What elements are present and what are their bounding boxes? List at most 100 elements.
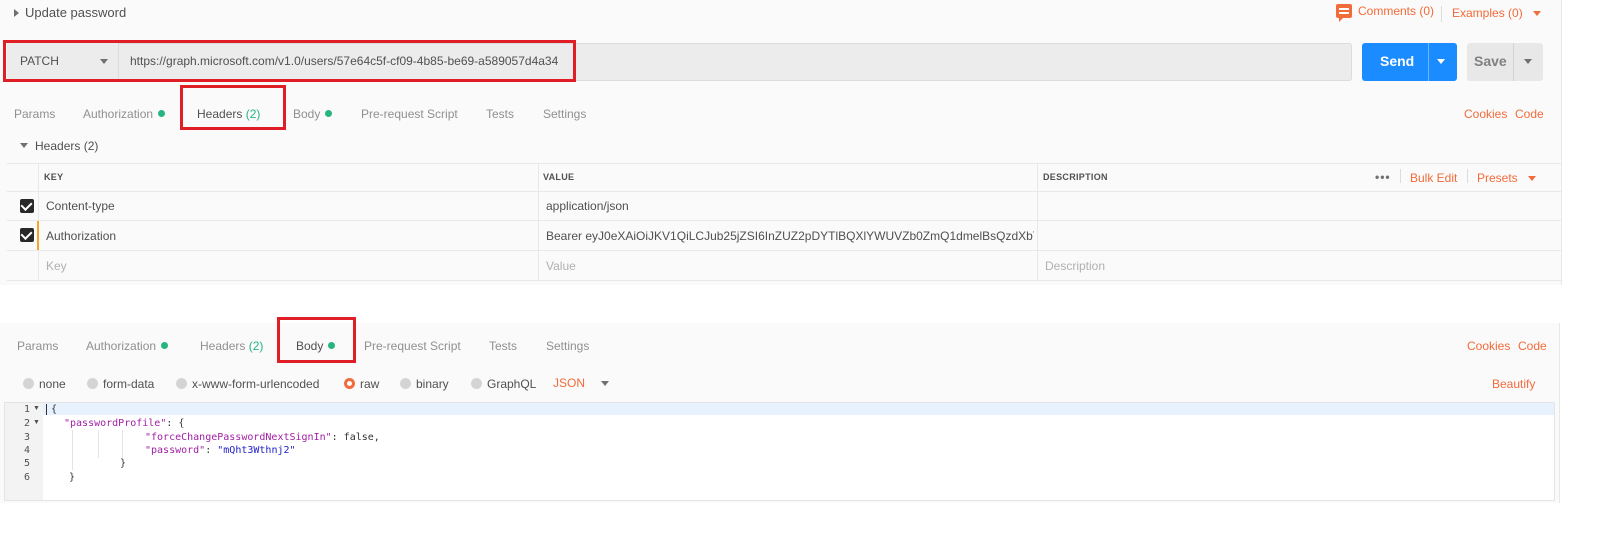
code-line-3: "forceChangePasswordNextSignIn": false, (145, 432, 380, 443)
row-checkbox[interactable] (20, 199, 34, 213)
active-line-highlight (5, 403, 1554, 415)
column-header-description: DESCRIPTION (1043, 172, 1108, 182)
divider (1467, 169, 1468, 183)
header-key-cell[interactable]: Content-type (46, 199, 115, 213)
option-form-data-label[interactable]: form-data (103, 377, 154, 391)
new-key-input[interactable]: Key (46, 259, 67, 273)
more-options-icon[interactable]: ••• (1375, 170, 1391, 184)
header-value-cell[interactable]: application/json (546, 199, 629, 213)
headers-count: (2) (248, 339, 264, 353)
save-options-chevron-icon[interactable] (1524, 59, 1532, 64)
tab-prerequest-script[interactable]: Pre-request Script (361, 107, 458, 121)
row-checkbox[interactable] (20, 228, 34, 242)
presets-label: Presets (1477, 171, 1518, 185)
row-divider (7, 250, 1562, 251)
divider (1441, 6, 1442, 22)
column-header-key: KEY (44, 172, 64, 182)
examples-label: Examples (0) (1452, 6, 1523, 20)
column-header-value: VALUE (543, 172, 575, 182)
radio-raw[interactable] (344, 378, 355, 389)
tab-label: Headers (200, 339, 246, 353)
option-raw-label[interactable]: raw (360, 377, 379, 391)
bulk-edit-link[interactable]: Bulk Edit (1410, 171, 1457, 185)
status-dot-icon (158, 110, 166, 117)
row-focus-indicator (37, 221, 39, 250)
send-options-chevron-icon[interactable] (1437, 59, 1445, 64)
radio-urlencoded[interactable] (176, 378, 187, 389)
highlight-box-url (3, 40, 576, 82)
line-number: 6 (23, 472, 30, 483)
row-divider (7, 191, 1562, 192)
option-none-label[interactable]: none (39, 377, 66, 391)
tab-label: Body (293, 107, 321, 121)
tab-tests[interactable]: Tests (489, 339, 517, 353)
send-split-divider (1428, 43, 1429, 81)
status-dot-icon (161, 342, 169, 349)
tab-tests[interactable]: Tests (486, 107, 514, 121)
format-label: JSON (553, 376, 586, 390)
tab-label: Authorization (86, 339, 157, 353)
json-key: "passwordProfile" (64, 418, 167, 429)
row-divider (7, 220, 1562, 221)
radio-form-data[interactable] (87, 378, 98, 389)
format-dropdown[interactable]: JSON (553, 376, 610, 390)
column-divider (1037, 163, 1038, 280)
header-key-cell[interactable]: Authorization (46, 229, 116, 243)
code-link[interactable]: Code (1515, 107, 1544, 121)
tab-params[interactable]: Params (17, 339, 58, 353)
collapse-caret-icon[interactable] (20, 143, 28, 148)
cookies-link[interactable]: Cookies (1467, 339, 1510, 353)
json-key: "forceChangePasswordNextSignIn" (145, 432, 332, 443)
divider (1400, 169, 1401, 183)
new-value-input[interactable]: Value (546, 259, 576, 273)
chevron-down-icon (601, 380, 610, 386)
tab-authorization[interactable]: Authorization (86, 339, 169, 353)
json-punct: : (205, 445, 218, 456)
chevron-down-icon (1532, 10, 1541, 16)
tab-headers[interactable]: Headers (2) (200, 339, 263, 353)
examples-dropdown[interactable]: Examples (0) (1452, 6, 1541, 20)
send-label: Send (1380, 53, 1415, 69)
beautify-link[interactable]: Beautify (1492, 377, 1535, 391)
header-value-cell[interactable]: Bearer eyJ0eXAiOiJKV1QiLCJub25jZSI6InZUZ… (546, 229, 1034, 243)
tab-label: Authorization (83, 107, 154, 121)
fold-arrow-icon[interactable]: ▼ (33, 405, 40, 412)
code-line-4: "password": "mQht3Wthnj2" (145, 445, 296, 456)
code-line-6: } (69, 472, 76, 483)
expand-caret-icon[interactable] (14, 9, 19, 17)
line-number: 3 (23, 432, 30, 443)
row-divider (7, 280, 1562, 281)
headers-section-title[interactable]: Headers (2) (35, 139, 98, 153)
option-binary-label[interactable]: binary (416, 377, 449, 391)
highlight-box-body-tab (277, 317, 356, 363)
code-link[interactable]: Code (1518, 339, 1547, 353)
indent-guide (122, 430, 123, 458)
presets-dropdown[interactable]: Presets (1477, 171, 1536, 185)
indent-guide (72, 430, 73, 470)
chevron-down-icon (1527, 175, 1536, 181)
option-graphql-label[interactable]: GraphQL (487, 377, 536, 391)
code-line-2: "passwordProfile": { (64, 418, 184, 429)
text-cursor (46, 404, 47, 415)
tab-prerequest-script[interactable]: Pre-request Script (364, 339, 461, 353)
request-title[interactable]: Update password (25, 5, 126, 20)
radio-none[interactable] (23, 378, 34, 389)
tab-settings[interactable]: Settings (546, 339, 589, 353)
highlight-box-headers-tab (180, 85, 286, 130)
comments-button[interactable]: Comments (0) (1336, 4, 1435, 22)
tab-settings[interactable]: Settings (543, 107, 586, 121)
radio-binary[interactable] (400, 378, 411, 389)
tab-authorization[interactable]: Authorization (83, 107, 166, 121)
fold-arrow-icon[interactable]: ▼ (33, 419, 40, 426)
comments-label: Comments (0) (1358, 4, 1435, 18)
new-description-input[interactable]: Description (1045, 259, 1105, 273)
tab-body[interactable]: Body (293, 107, 333, 121)
cookies-link[interactable]: Cookies (1464, 107, 1507, 121)
comment-icon (1336, 4, 1352, 22)
line-number: 1 (23, 404, 30, 415)
tab-params[interactable]: Params (14, 107, 55, 121)
indent-guide (98, 430, 99, 458)
column-divider (538, 163, 539, 280)
option-urlencoded-label[interactable]: x-www-form-urlencoded (192, 377, 319, 391)
radio-graphql[interactable] (471, 378, 482, 389)
